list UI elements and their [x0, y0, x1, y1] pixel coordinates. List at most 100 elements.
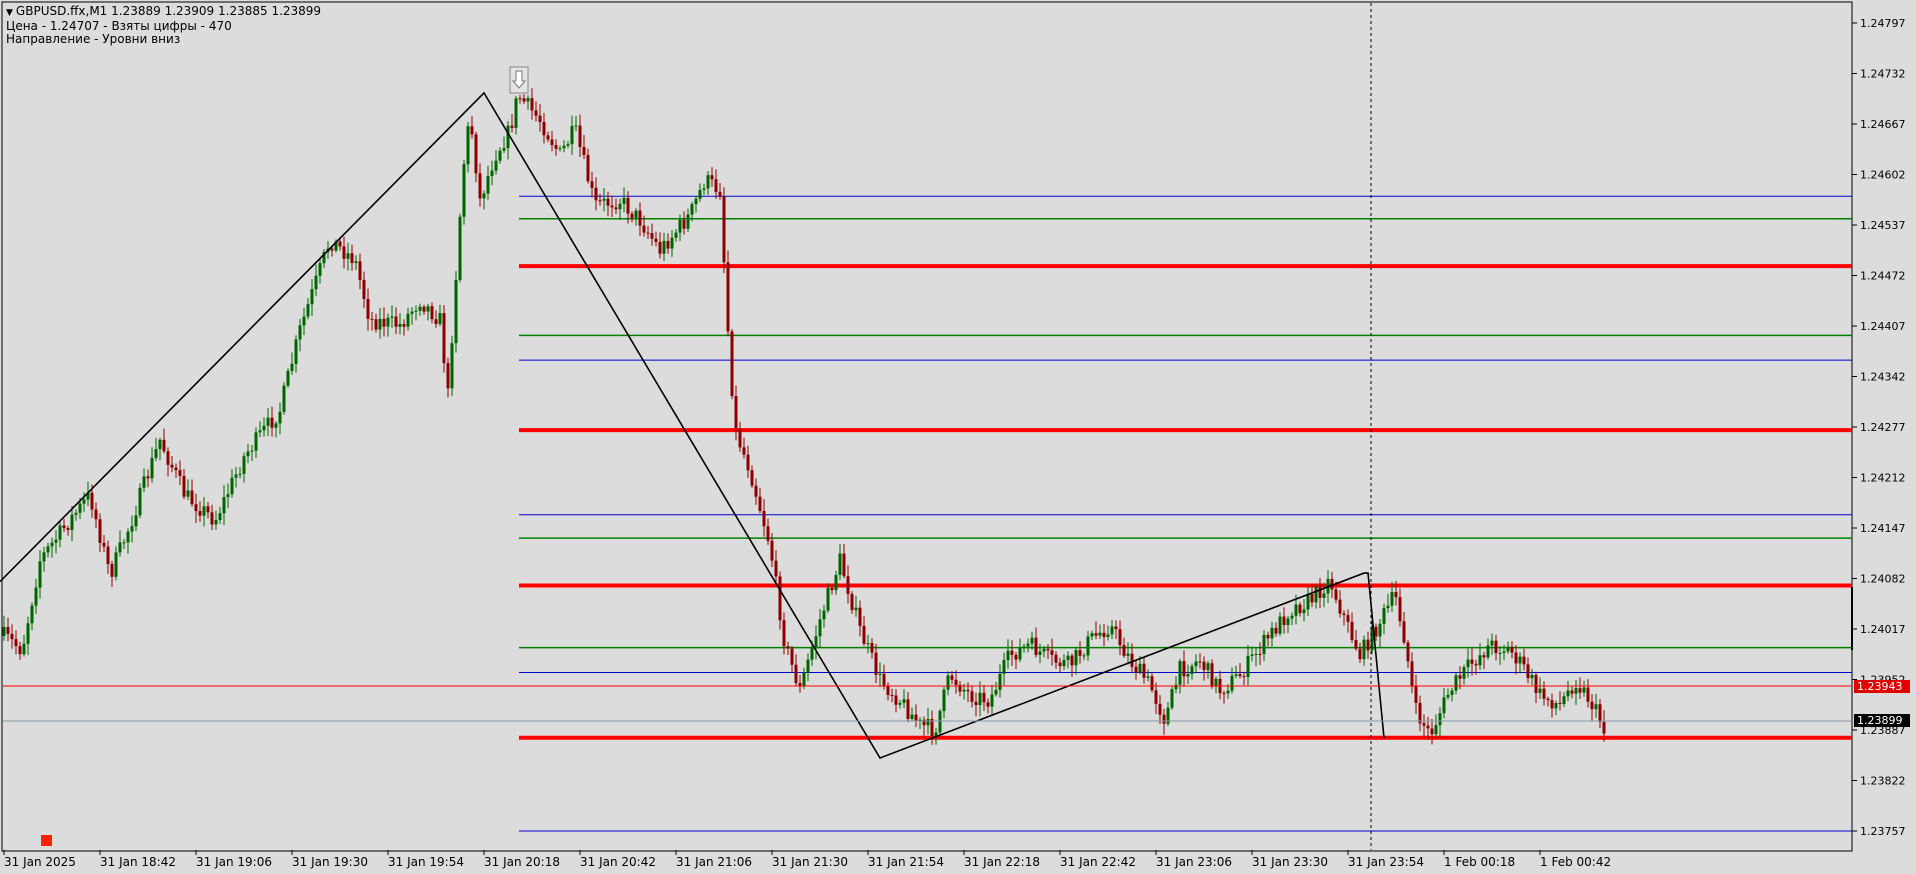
candle-body [882, 673, 886, 687]
candle-body [374, 319, 378, 330]
candle-body [362, 279, 366, 299]
candle-body [838, 553, 842, 575]
candle-body [30, 605, 34, 624]
candle-body [38, 561, 42, 588]
candle-body [102, 542, 106, 547]
candle-body [1554, 702, 1558, 709]
candle-body [114, 552, 118, 577]
candle-body [1250, 654, 1254, 656]
candle-body [906, 699, 910, 719]
chart-window[interactable]: 1.24797 1.24732 1.24667 1.24602 1.24537 1.244… [0, 0, 1916, 874]
candle-body [926, 719, 930, 726]
candle-body [894, 695, 898, 705]
candle-body [878, 673, 882, 675]
candle-body [650, 233, 654, 239]
candle-body [1582, 687, 1586, 693]
candle-body [998, 673, 1002, 690]
time-tick-label: 31 Jan 23:06 [1156, 855, 1232, 869]
candle-body [1506, 646, 1510, 652]
candle-body [234, 474, 238, 478]
candle-body [626, 197, 630, 214]
candle-body [1358, 648, 1362, 660]
candle-body [2, 627, 6, 636]
candle-body [34, 587, 38, 606]
candle-body [598, 200, 602, 202]
candle-body [1198, 661, 1202, 663]
candle-body [1082, 655, 1086, 657]
symbol-info: GBPUSD.ffx,M1 1.23889 1.23909 1.23885 1.… [15, 4, 322, 18]
price-chart[interactable]: 1.24797 1.24732 1.24667 1.24602 1.24537 1.244… [0, 0, 1916, 874]
price-tick-label: 1.24667 [1860, 118, 1906, 131]
candle-body [762, 510, 766, 527]
price-tick-label: 1.23822 [1860, 775, 1906, 788]
candle-body [550, 139, 554, 146]
candle-body [242, 456, 246, 474]
candle-body [758, 496, 762, 511]
candle-body [1090, 633, 1094, 637]
candle-body [118, 542, 122, 553]
candle-body [566, 144, 570, 146]
candle-body [1562, 696, 1566, 704]
candle-body [1570, 690, 1574, 694]
candle-body [1398, 597, 1402, 622]
levels-layer [519, 195, 1852, 832]
time-tick-label: 31 Jan 2025 [4, 855, 76, 869]
time-tick-label: 31 Jan 23:54 [1348, 855, 1424, 869]
candle-body [1154, 690, 1158, 704]
candle-body [94, 509, 98, 520]
candle-body [258, 430, 262, 433]
candle-body [1102, 632, 1106, 638]
candle-body [1462, 667, 1466, 679]
candle-body [766, 526, 770, 541]
down-arrow-icon[interactable] [509, 66, 529, 94]
candle-body [402, 323, 406, 327]
candle-body [670, 237, 674, 249]
candle-body [358, 261, 362, 280]
candle-body [98, 519, 102, 543]
candles-layer [2, 88, 1606, 745]
candle-body [138, 487, 142, 516]
candle-body [238, 473, 242, 475]
candle-body [714, 179, 718, 192]
candle-body [1202, 661, 1206, 671]
candle-body [1518, 656, 1522, 664]
time-tick-label: 1 Feb 00:42 [1540, 855, 1611, 869]
candle-body [306, 304, 310, 317]
candle-body [534, 110, 538, 116]
candle-body [722, 196, 726, 263]
candle-body [706, 175, 710, 189]
candle-body [1542, 688, 1546, 699]
candle-body [1006, 650, 1010, 661]
candle-body [430, 306, 434, 320]
candle-body [282, 385, 286, 412]
candle-body [810, 648, 814, 660]
candle-body [1366, 639, 1370, 651]
candle-body [1010, 650, 1014, 655]
candle-body [1410, 661, 1414, 687]
candle-body [930, 719, 934, 737]
candle-body [1394, 591, 1398, 598]
candle-body [174, 467, 178, 471]
candle-body [1086, 636, 1090, 656]
candle-body [842, 553, 846, 577]
candle-body [1314, 586, 1318, 603]
time-axis: 31 Jan 2025 31 Jan 18:42 31 Jan 19:06 31 Ja… [3, 850, 1611, 869]
candle-body [1322, 593, 1326, 598]
candle-body [1110, 626, 1114, 635]
candle-body [970, 691, 974, 702]
candle-body [414, 310, 418, 312]
candle-body [1282, 616, 1286, 626]
candle-body [646, 232, 650, 234]
candle-body [1054, 654, 1058, 663]
candle-body [854, 607, 858, 611]
candle-body [78, 503, 82, 513]
candle-body [698, 189, 702, 199]
candle-body [1158, 703, 1162, 715]
candle-body [214, 520, 218, 525]
candle-body [1246, 655, 1250, 678]
candle-body [442, 313, 446, 364]
candle-body [286, 370, 290, 386]
candle-body [826, 587, 830, 611]
candle-body [54, 539, 58, 543]
candle-body [270, 417, 274, 428]
